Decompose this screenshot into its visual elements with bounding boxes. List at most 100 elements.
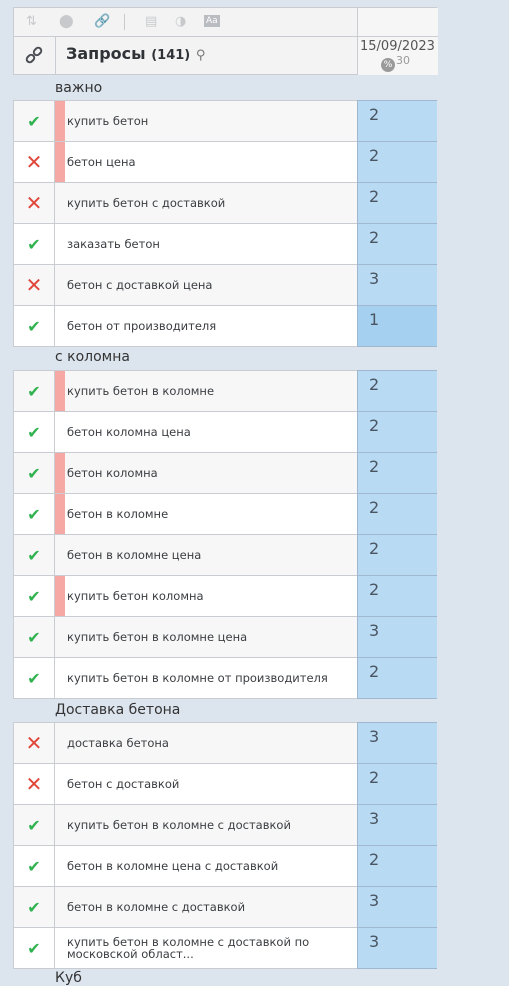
status-cell[interactable]: ✕ [14,265,55,305]
position-cell[interactable]: 2 [357,845,437,887]
status-cell[interactable]: ✔ [14,224,55,264]
search-icon[interactable]: ⚲ [196,48,206,63]
table-row[interactable]: ✔ купить бетон коломна 2 [14,575,437,617]
title-text: Запросы [66,44,146,63]
status-cell[interactable]: ✔ [14,887,55,927]
position-cell[interactable]: 2 [357,575,437,617]
status-cell[interactable]: ✕ [14,183,55,223]
link-icon[interactable]: 🔗 [94,14,110,29]
query-text[interactable]: бетон коломна [67,453,357,493]
position-cell[interactable]: 3 [357,264,437,306]
query-text[interactable]: бетон в коломне с доставкой [67,887,357,927]
table-row[interactable]: ✔ бетон коломна цена 2 [14,411,437,453]
query-text[interactable]: купить бетон коломна [67,576,357,616]
table-row[interactable]: ✕ купить бетон с доставкой 2 [14,182,437,224]
status-cell[interactable]: ✔ [14,453,55,493]
status-cell[interactable]: ✕ [14,142,55,182]
table-row[interactable]: ✕ бетон с доставкой цена 3 [14,264,437,306]
status-cell[interactable]: ✔ [14,805,55,845]
query-text[interactable]: заказать бетон [67,224,357,264]
page-title: Запросы (141) ⚲ [66,44,205,63]
position-cell[interactable]: 2 [357,223,437,265]
query-text[interactable]: купить бетон с доставкой [67,183,357,223]
position-cell[interactable]: 3 [357,722,437,764]
query-text[interactable]: бетон коломна цена [67,412,357,452]
query-text[interactable]: купить бетон в коломне с доставкой по мо… [67,928,357,968]
query-text[interactable]: купить бетон в коломне цена [67,617,357,657]
table-row[interactable]: ✕ доставка бетона 3 [14,722,437,764]
table-row[interactable]: ✔ купить бетон в коломне с доставкой 3 [14,804,437,846]
status-cell[interactable]: ✕ [14,764,55,804]
table-row[interactable]: ✕ бетон цена 2 [14,141,437,183]
position-cell[interactable]: 3 [357,616,437,658]
calendar-icon[interactable]: ▤ [145,14,157,29]
date-column-header[interactable]: 15/09/2023 % 30 [357,8,438,75]
position-cell[interactable]: 2 [357,182,437,224]
toggle-icon[interactable]: ⬤ [59,14,74,29]
sort-icon[interactable]: ⇅ [26,14,37,29]
position-cell[interactable]: 2 [357,452,437,494]
query-text[interactable]: купить бетон [67,101,357,141]
query-text[interactable]: бетон в коломне [67,494,357,534]
status-cell[interactable]: ✔ [14,494,55,534]
status-cell[interactable]: ✔ [14,617,55,657]
position-cell[interactable]: 3 [357,886,437,928]
table-row[interactable]: ✔ бетон в коломне с доставкой 3 [14,886,437,928]
priority-marker [55,494,65,534]
group-table: ✔ купить бетон в коломне 2 ✔ бетон коломна ц… [13,370,437,699]
position-cell[interactable]: 2 [357,493,437,535]
table-row[interactable]: ✔ купить бетон в коломне с доставкой по м… [14,927,437,969]
group-label: важно [55,80,103,96]
table-row[interactable]: ✔ купить бетон в коломне цена 3 [14,616,437,658]
table-row[interactable]: ✔ бетон в коломне 2 [14,493,437,535]
query-text[interactable]: бетон в коломне цена с доставкой [67,846,357,886]
status-cell[interactable]: ✔ [14,658,55,698]
table-row[interactable]: ✔ купить бетон в коломне 2 [14,370,437,412]
position-cell[interactable]: 2 [357,763,437,805]
font-size-icon[interactable]: Aa [204,15,220,27]
status-cell[interactable]: ✔ [14,371,55,411]
contrast-icon[interactable]: ◑ [175,14,186,29]
link-column-header[interactable] [14,36,56,75]
query-text[interactable]: бетон с доставкой [67,764,357,804]
status-cell[interactable]: ✔ [14,535,55,575]
position-cell[interactable]: 2 [357,534,437,576]
status-cell[interactable]: ✔ [14,101,55,141]
query-text[interactable]: доставка бетона [67,723,357,763]
position-cell[interactable]: 2 [357,370,437,412]
position-cell[interactable]: 3 [357,927,437,969]
table-row[interactable]: ✔ заказать бетон 2 [14,223,437,265]
position-cell[interactable]: 1 [357,305,437,347]
status-cell[interactable]: ✔ [14,306,55,346]
position-cell[interactable]: 2 [357,657,437,699]
query-text[interactable]: купить бетон в коломне от производителя [67,658,357,698]
priority-marker [55,576,65,616]
status-cell[interactable]: ✔ [14,846,55,886]
query-text[interactable]: бетон цена [67,142,357,182]
table-row[interactable]: ✔ бетон от производителя 1 [14,305,437,347]
status-cell[interactable]: ✕ [14,723,55,763]
column-date: 15/09/2023 [360,39,435,54]
query-text[interactable]: бетон в коломне цена [67,535,357,575]
status-cell[interactable]: ✔ [14,576,55,616]
table-row[interactable]: ✔ бетон в коломне цена с доставкой 2 [14,845,437,887]
check-icon: ✔ [27,627,41,647]
group-label: Доставка бетона [55,702,181,718]
table-row[interactable]: ✔ купить бетон 2 [14,100,437,142]
position-cell[interactable]: 2 [357,411,437,453]
position-cell[interactable]: 2 [357,100,437,142]
status-cell[interactable]: ✔ [14,412,55,452]
query-text[interactable]: бетон от производителя [67,306,357,346]
group-table: ✔ купить бетон 2 ✕ бетон цена 2 ✕ купить бетон … [13,100,437,347]
table-row[interactable]: ✔ купить бетон в коломне от производителя… [14,657,437,699]
position-cell[interactable]: 2 [357,141,437,183]
status-cell[interactable]: ✔ [14,928,55,968]
table-row[interactable]: ✕ бетон с доставкой 2 [14,763,437,805]
query-text[interactable]: купить бетон в коломне [67,371,357,411]
query-text[interactable]: бетон с доставкой цена [67,265,357,305]
position-cell[interactable]: 3 [357,804,437,846]
check-icon: ✔ [27,504,41,524]
table-row[interactable]: ✔ бетон в коломне цена 2 [14,534,437,576]
table-row[interactable]: ✔ бетон коломна 2 [14,452,437,494]
query-text[interactable]: купить бетон в коломне с доставкой [67,805,357,845]
